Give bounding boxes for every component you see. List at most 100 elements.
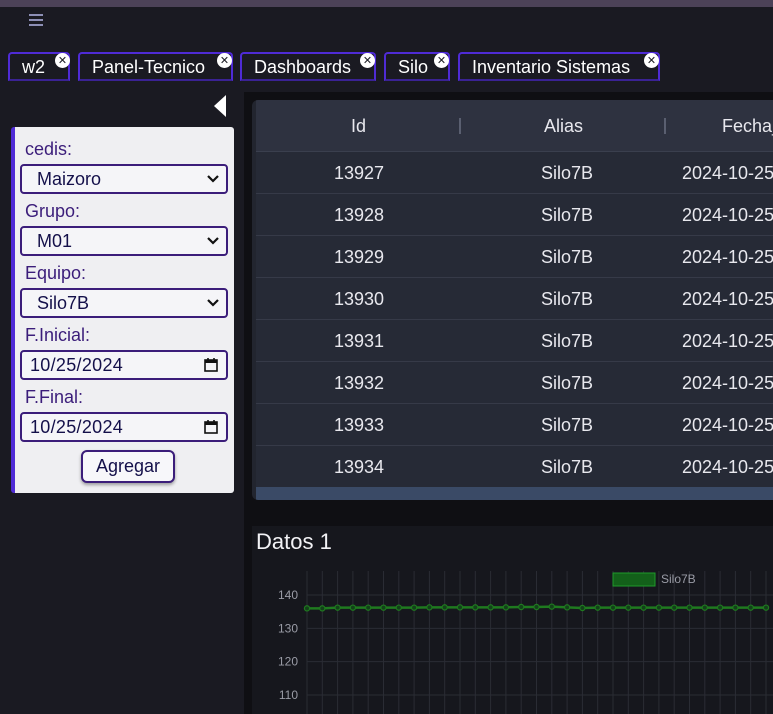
cell-fecha: 2024-10-25 [682, 415, 773, 435]
equipo-label: Equipo: [25, 263, 87, 283]
data-point [548, 603, 555, 610]
tab-inventario-sistemas[interactable]: Inventario Sistemas ✕ [458, 52, 660, 81]
table-row[interactable]: 13933 Silo7B 2024-10-25 [256, 404, 773, 446]
chevron-down-icon [207, 299, 219, 307]
data-point [380, 604, 387, 611]
column-header-fecha[interactable]: Fecha_ [722, 116, 773, 137]
data-point [609, 604, 617, 611]
fecha-final-input[interactable]: 10/25/2024 [20, 412, 228, 442]
collapse-panel-icon[interactable] [212, 94, 228, 118]
table-row[interactable]: 13932 Silo7B 2024-10-25 [256, 362, 773, 404]
tab-dashboards[interactable]: Dashboards ✕ [240, 52, 376, 81]
data-point [563, 604, 571, 611]
grid-header: Id Alias Fecha_ [256, 100, 773, 152]
data-point [640, 604, 647, 611]
tab-label: Dashboards [254, 57, 352, 77]
y-tick-label: 120 [278, 655, 298, 669]
chart-panel: Datos 1 140 130 120 110 Silo7B [252, 526, 773, 714]
tab-silo[interactable]: Silo ✕ [384, 52, 450, 81]
fecha-inicial-value: 10/25/2024 [30, 355, 124, 375]
cell-fecha: 2024-10-25 [682, 247, 773, 267]
table-row[interactable]: 13929 Silo7B 2024-10-25 [256, 236, 773, 278]
table-row[interactable]: 13934 Silo7B 2024-10-25 [256, 446, 773, 488]
calendar-icon[interactable] [204, 358, 218, 372]
cell-id: 13934 [334, 457, 385, 477]
close-icon[interactable]: ✕ [55, 53, 70, 68]
table-row[interactable]: 13930 Silo7B 2024-10-25 [256, 278, 773, 320]
data-point [349, 604, 357, 611]
close-icon[interactable]: ✕ [434, 53, 449, 68]
data-grid: Id Alias Fecha_ 13927Silo7B2024-10-25139… [252, 100, 773, 500]
data-point [487, 604, 494, 611]
tab-w2[interactable]: w2 ✕ [8, 52, 70, 81]
equipo-select[interactable]: Silo7B [20, 288, 228, 318]
y-tick-label: 130 [278, 621, 298, 635]
data-point [502, 604, 510, 611]
tab-label: Silo [398, 57, 429, 77]
close-icon[interactable]: ✕ [217, 53, 232, 68]
data-point [319, 605, 326, 612]
agregar-button[interactable]: Agregar [81, 450, 175, 483]
cell-alias: Silo7B [541, 205, 594, 225]
chevron-down-icon [207, 237, 219, 245]
table-row[interactable]: 13927 Silo7B 2024-10-25 [256, 152, 773, 194]
cell-alias: Silo7B [541, 415, 594, 435]
data-point [686, 604, 693, 611]
data-point [364, 604, 372, 611]
filter-panel: cedis: Maizoro Grupo: M01 Equipo: Silo7B… [11, 127, 234, 493]
top-bar [0, 0, 773, 7]
horizontal-scrollbar[interactable] [256, 487, 773, 500]
data-point [334, 604, 341, 611]
data-point [456, 604, 464, 611]
column-resize-handle[interactable] [664, 118, 666, 134]
data-point [395, 604, 402, 611]
column-header-alias[interactable]: Alias [544, 116, 583, 137]
fecha-inicial-label: F.Inicial: [25, 325, 91, 345]
cell-alias: Silo7B [541, 247, 594, 267]
tab-label: Panel-Tecnico [92, 57, 206, 77]
cell-alias: Silo7B [541, 163, 594, 183]
grupo-select[interactable]: M01 [20, 226, 228, 256]
column-resize-handle[interactable] [459, 118, 461, 134]
fecha-final-value: 10/25/2024 [30, 417, 124, 437]
tab-label: w2 [22, 57, 46, 77]
data-point [655, 604, 663, 611]
line-chart: 140 130 120 110 Silo7B [278, 571, 773, 714]
legend-swatch [612, 572, 656, 587]
data-point [426, 604, 433, 611]
menu-icon[interactable] [29, 14, 43, 26]
y-tick-label: 110 [279, 688, 298, 702]
tab-panel-tecnico[interactable]: Panel-Tecnico ✕ [78, 52, 233, 81]
cell-id: 13927 [334, 163, 385, 183]
cell-id: 13930 [334, 289, 385, 309]
data-point [410, 604, 418, 611]
data-point [701, 604, 708, 611]
column-header-id[interactable]: Id [351, 116, 366, 137]
cell-id: 13932 [334, 373, 385, 393]
cell-fecha: 2024-10-25 [682, 373, 773, 393]
calendar-icon[interactable] [204, 420, 218, 434]
table-row[interactable]: 13931 Silo7B 2024-10-25 [256, 320, 773, 362]
tab-label: Inventario Sistemas [472, 57, 631, 77]
cell-fecha: 2024-10-25 [682, 205, 773, 225]
close-icon[interactable]: ✕ [360, 53, 375, 68]
cell-alias: Silo7B [541, 289, 594, 309]
cell-fecha: 2024-10-25 [682, 163, 773, 183]
data-point [303, 605, 311, 612]
data-point [579, 604, 586, 612]
data-point [625, 604, 632, 611]
cell-fecha: 2024-10-25 [682, 457, 773, 477]
fecha-inicial-input[interactable]: 10/25/2024 [20, 350, 228, 380]
data-point [518, 603, 525, 611]
cell-id: 13928 [334, 205, 385, 225]
cell-alias: Silo7B [541, 457, 594, 477]
close-icon[interactable]: ✕ [644, 53, 659, 68]
cell-id: 13933 [334, 415, 385, 435]
table-row[interactable]: 13928 Silo7B 2024-10-25 [256, 194, 773, 236]
data-point [594, 604, 601, 611]
data-point [716, 604, 724, 611]
cedis-select[interactable]: Maizoro [20, 164, 228, 194]
cedis-value: Maizoro [37, 169, 102, 189]
data-point [671, 604, 678, 611]
cell-id: 13929 [334, 247, 385, 267]
